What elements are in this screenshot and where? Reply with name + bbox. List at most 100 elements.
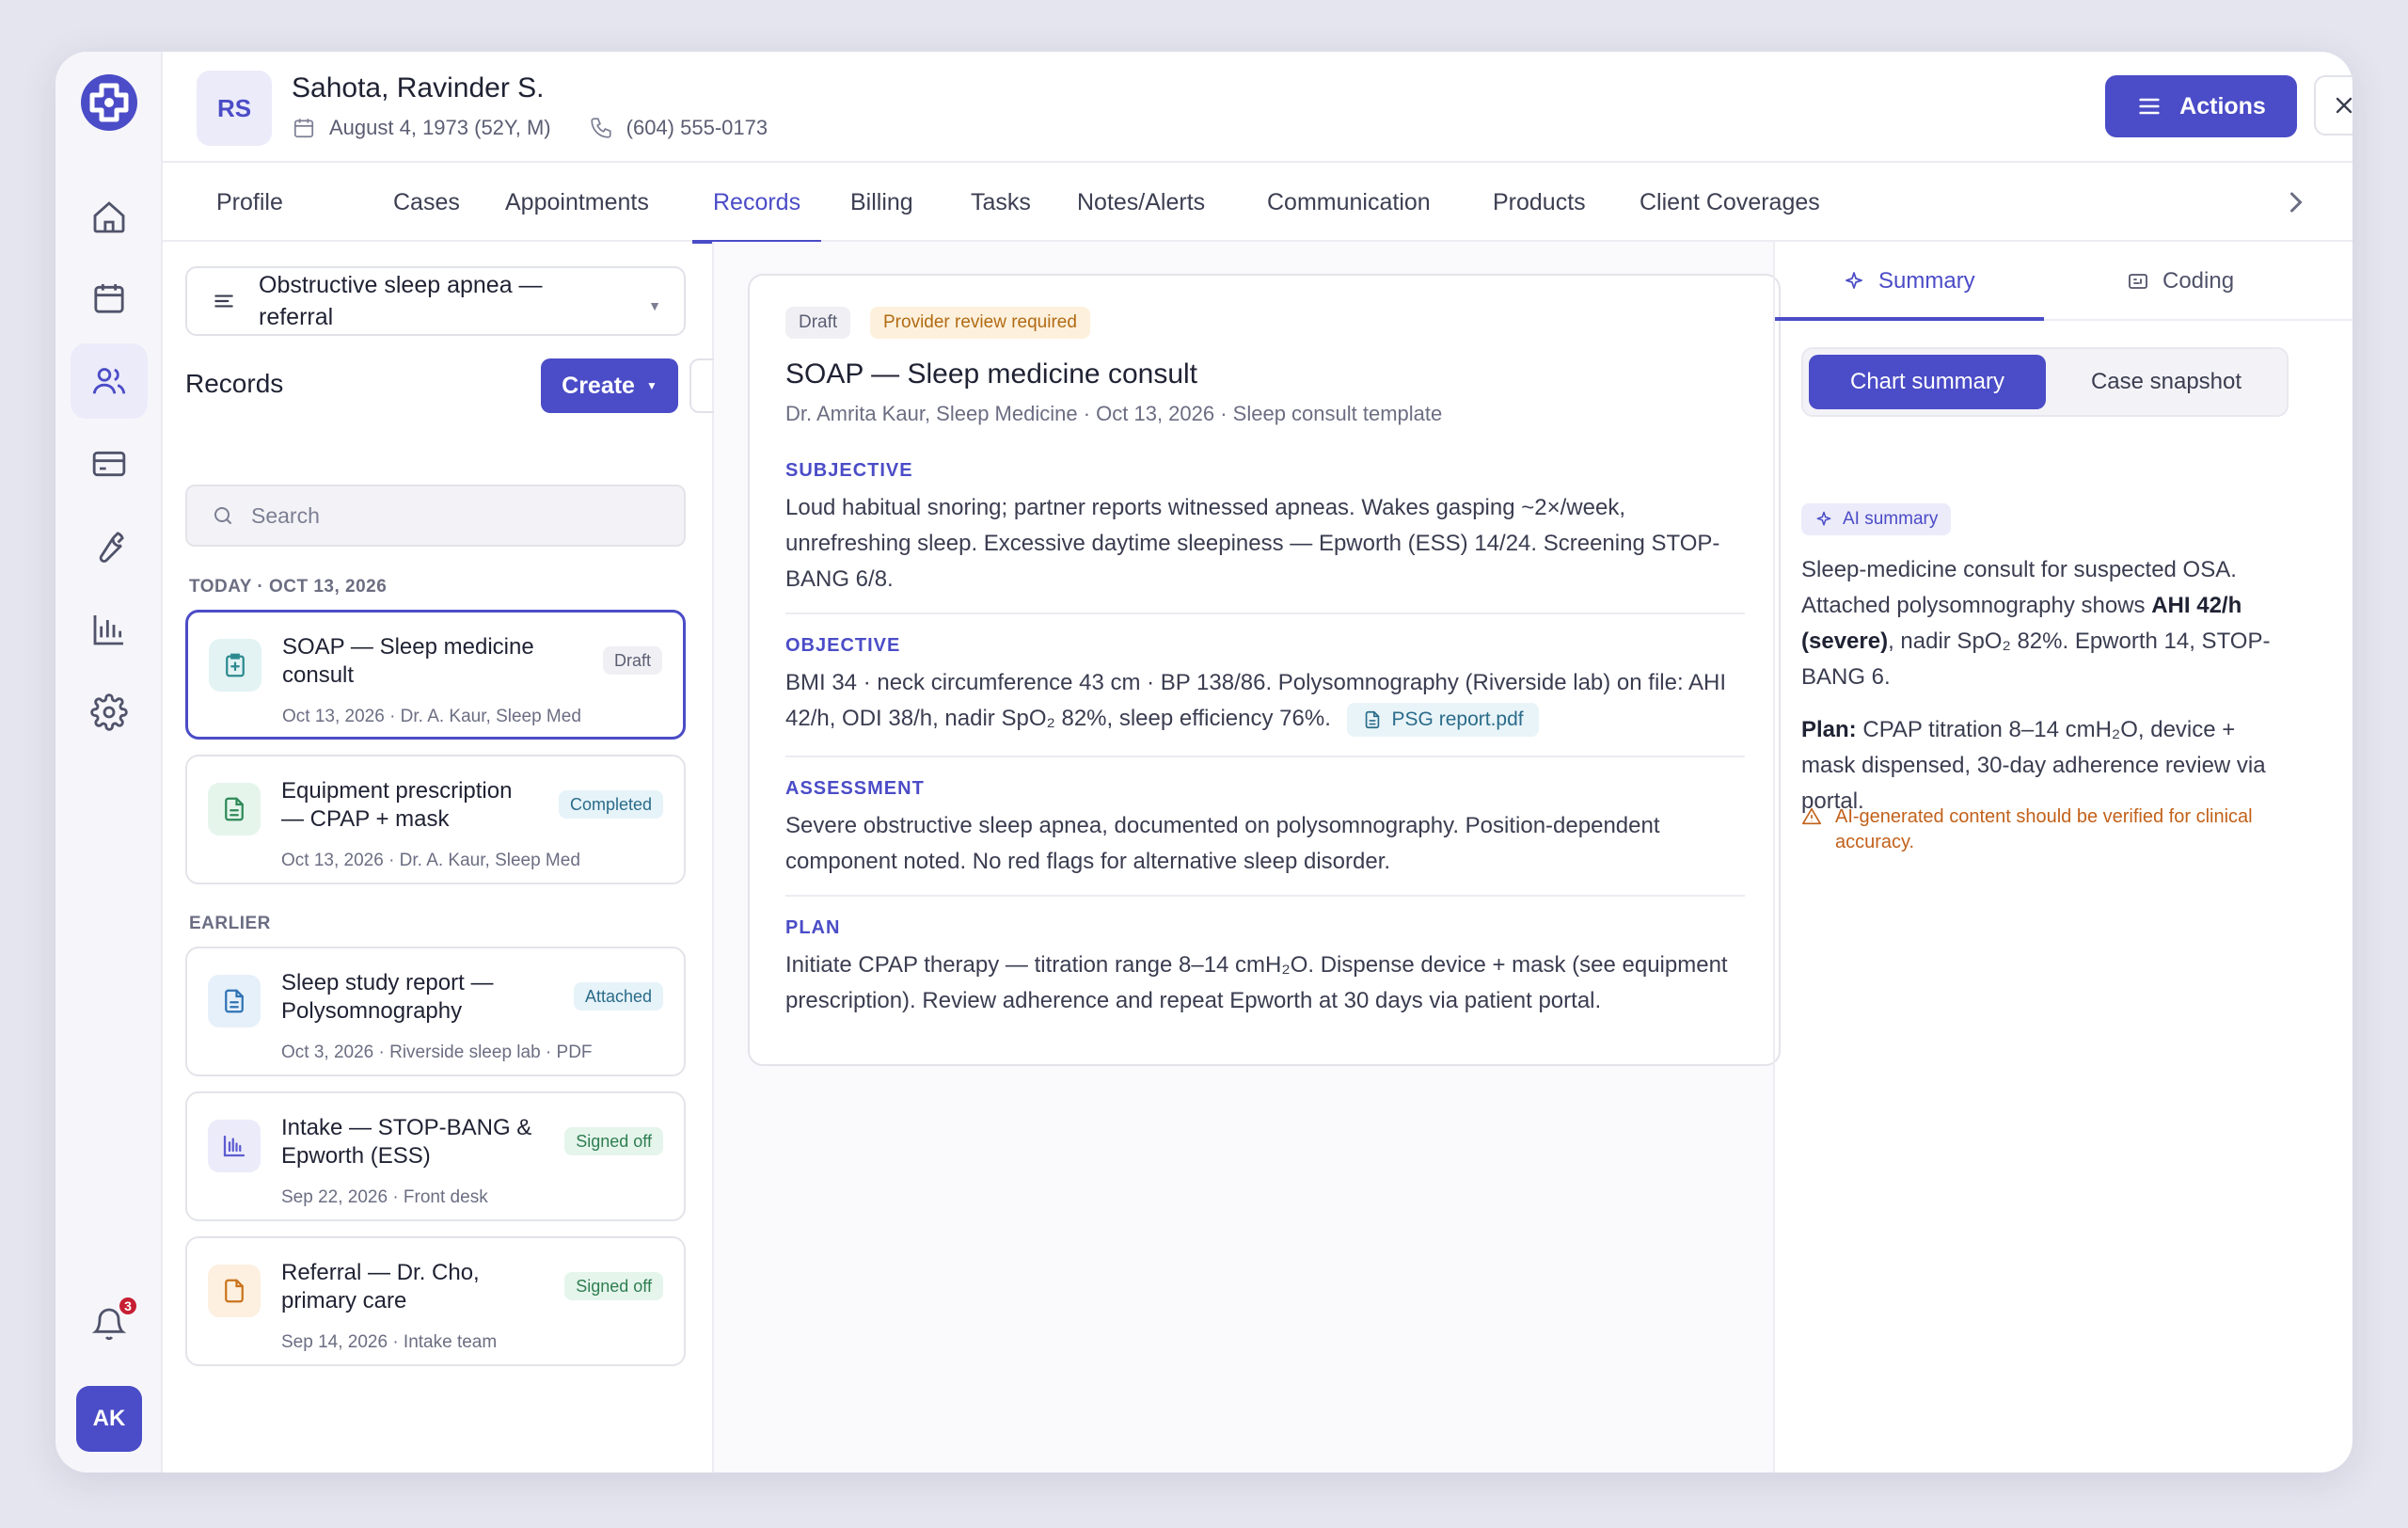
patient-dob: August 4, 1973 (52Y, M) xyxy=(329,116,551,139)
record-item-soap[interactable]: SOAP — Sleep medicine consult Oct 13, 20… xyxy=(185,610,686,740)
search-input[interactable] xyxy=(251,502,665,529)
user-avatar[interactable]: AK xyxy=(76,1386,142,1452)
app-logo-icon[interactable] xyxy=(79,72,139,133)
document-icon xyxy=(1365,710,1379,728)
divider xyxy=(785,895,1745,897)
section-heading-subjective: SUBJECTIVE xyxy=(785,460,913,481)
list-icon xyxy=(214,294,233,308)
case-snapshot-button[interactable]: Case snapshot xyxy=(2048,355,2285,409)
notification-count-badge: 3 xyxy=(118,1296,138,1316)
record-title: Equipment prescription — CPAP + mask xyxy=(281,778,513,832)
patient-phone: (604) 555-0173 xyxy=(626,116,768,139)
status-badge: Attached xyxy=(573,982,663,1011)
calendar-icon[interactable] xyxy=(71,261,148,336)
code-box-icon xyxy=(2129,274,2147,289)
plan-label: Plan: xyxy=(1801,717,1857,742)
tab-products[interactable]: Products xyxy=(1493,163,1586,242)
patients-icon[interactable] xyxy=(71,343,148,419)
ai-summary-text: Sleep-medicine consult for suspected OSA… xyxy=(1801,552,2290,695)
menu-icon xyxy=(2139,98,2160,115)
record-item-equipment[interactable]: Equipment prescription — CPAP + mask Oct… xyxy=(185,755,686,884)
tab-profile[interactable]: Profile xyxy=(216,163,283,242)
record-item-referral[interactable]: Referral — Dr. Cho, primary care Sep 14,… xyxy=(185,1236,686,1366)
record-title: SOAP — Sleep medicine consult xyxy=(282,634,534,688)
section-body-assessment: Severe obstructive sleep apnea, document… xyxy=(785,813,1660,874)
patient-name: Sahota, Ravinder S. xyxy=(292,72,545,103)
tab-appointments[interactable]: Appointments xyxy=(505,163,649,242)
objective-text: BMI 34 · neck circumference 43 cm · BP 1… xyxy=(785,670,1726,731)
chart-summary-button[interactable]: Chart summary xyxy=(1809,355,2046,409)
section-body-subjective: Loud habitual snoring; partner reports w… xyxy=(785,495,1720,592)
section-heading-plan: PLAN xyxy=(785,917,841,938)
summary-view-toggle: Chart summary Case snapshot xyxy=(1801,347,2289,417)
actions-label: Actions xyxy=(2179,92,2266,119)
tab-client-coverages[interactable]: Client Coverages xyxy=(1640,163,1820,242)
tab-coding[interactable]: Coding xyxy=(2127,242,2234,321)
tab-billing[interactable]: Billing xyxy=(850,163,913,242)
ai-summary-label: AI summary xyxy=(1843,509,1939,529)
attachment-chip[interactable]: PSG report.pdf xyxy=(1346,702,1539,737)
create-button[interactable]: Create ▼ xyxy=(541,358,678,413)
caret-down-icon: ▼ xyxy=(645,379,657,392)
note-title: SOAP — Sleep medicine consult xyxy=(785,358,1198,390)
case-selector-label: Obstructive sleep apnea — referral xyxy=(259,272,543,330)
soap-note-card: Draft Provider review required SOAP — Sl… xyxy=(748,274,1781,1066)
close-button[interactable] xyxy=(2314,75,2353,135)
record-meta: Sep 14, 2026 · Intake team xyxy=(281,1332,498,1352)
actions-button[interactable]: Actions xyxy=(2105,75,2297,137)
tools-wrench-icon[interactable] xyxy=(71,509,148,584)
sparkle-icon xyxy=(1816,511,1831,526)
patient-meta: August 4, 1973 (52Y, M) (604) 555-0173 xyxy=(292,116,768,140)
app-window: 3 AK RS Sahota, Ravinder S. August 4, 19… xyxy=(55,52,2353,1472)
record-meta: Oct 3, 2026 · Riverside sleep lab · PDF xyxy=(281,1043,593,1062)
records-panel: Obstructive sleep apnea — referral ▼ Rec… xyxy=(163,242,744,1472)
tab-summary[interactable]: Summary xyxy=(1843,242,1975,321)
tab-records[interactable]: Records xyxy=(691,163,822,244)
record-title: Sleep study report — Polysomnography xyxy=(281,970,494,1024)
tab-tasks[interactable]: Tasks xyxy=(971,163,1031,242)
divider xyxy=(785,613,1745,614)
tab-coding-label: Coding xyxy=(2162,268,2235,294)
document-icon xyxy=(208,975,261,1027)
bar-chart-icon xyxy=(208,1120,261,1172)
record-title: Referral — Dr. Cho, primary care xyxy=(281,1260,480,1313)
active-tab-indicator xyxy=(1775,317,2044,321)
home-icon[interactable] xyxy=(71,180,148,255)
record-item-sleep-study[interactable]: Sleep study report — Polysomnography Oct… xyxy=(185,947,686,1076)
left-rail: 3 AK xyxy=(55,52,163,1472)
ai-warning-text: AI-generated content should be verified … xyxy=(1835,806,2253,852)
search-icon xyxy=(214,507,231,524)
section-heading-assessment: ASSESSMENT xyxy=(785,778,925,799)
patient-tabs: Profile Cases Appointments Records Billi… xyxy=(163,163,2353,244)
draft-pill: Draft xyxy=(785,307,851,339)
close-icon xyxy=(2336,97,2353,114)
records-search xyxy=(185,485,686,547)
sparkle-icon xyxy=(1846,272,1862,289)
reports-chart-icon[interactable] xyxy=(71,592,148,667)
tab-communication[interactable]: Communication xyxy=(1267,163,1431,242)
chevron-right-icon[interactable] xyxy=(2279,185,2313,219)
plan-text: CPAP titration 8–14 cmH₂O, device + mask… xyxy=(1801,717,2266,814)
divider xyxy=(785,756,1745,757)
tab-summary-label: Summary xyxy=(1878,268,1975,294)
case-selector[interactable]: Obstructive sleep apnea — referral ▼ xyxy=(185,266,686,336)
document-area: Draft Provider review required SOAP — Sl… xyxy=(714,242,1781,1472)
billing-card-icon[interactable] xyxy=(71,426,148,501)
file-icon xyxy=(208,1265,261,1317)
status-badge: Completed xyxy=(558,790,663,819)
group-label-today: TODAY · OCT 13, 2026 xyxy=(189,577,388,597)
section-body-objective: BMI 34 · neck circumference 43 cm · BP 1… xyxy=(785,665,1745,737)
attachment-name: PSG report.pdf xyxy=(1391,708,1524,730)
warning-triangle-icon xyxy=(1802,807,1821,825)
review-required-pill: Provider review required xyxy=(870,307,1090,339)
tab-notes-alerts[interactable]: Notes/Alerts xyxy=(1077,163,1205,242)
section-heading-objective: OBJECTIVE xyxy=(785,635,901,656)
notifications-bell-icon[interactable]: 3 xyxy=(71,1286,148,1361)
calendar-icon xyxy=(293,119,314,138)
tab-cases[interactable]: Cases xyxy=(393,163,460,242)
note-subtitle: Dr. Amrita Kaur, Sleep Medicine · Oct 13… xyxy=(785,402,1443,425)
record-meta: Oct 13, 2026 · Dr. A. Kaur, Sleep Med xyxy=(281,851,580,870)
summary-panel: Summary Coding Chart summary Case snapsh… xyxy=(1773,242,2353,1472)
settings-gear-icon[interactable] xyxy=(71,675,148,750)
record-item-intake[interactable]: Intake — STOP-BANG & Epworth (ESS) Sep 2… xyxy=(185,1091,686,1221)
